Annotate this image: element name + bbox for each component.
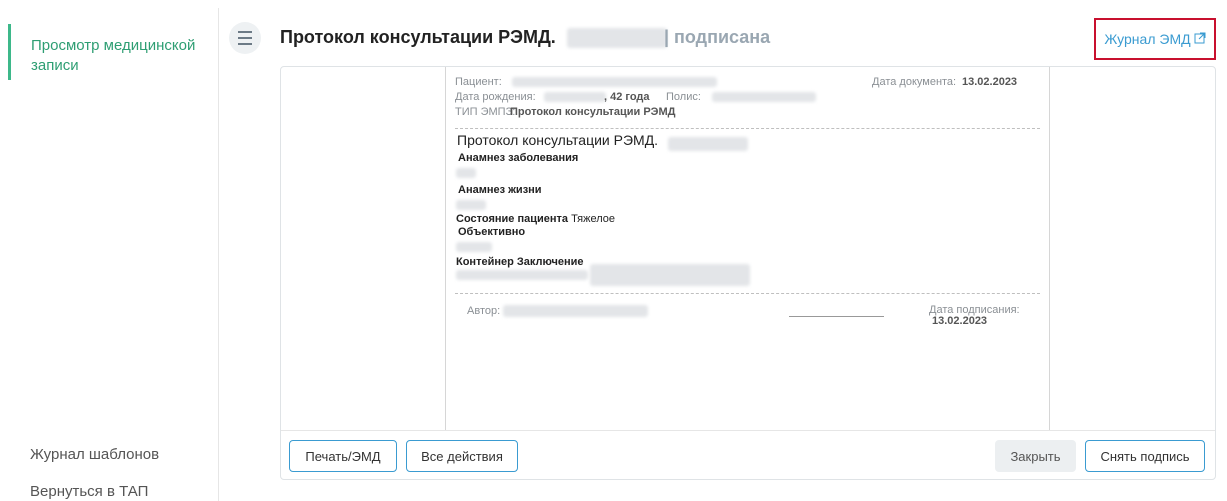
author-label: Автор: [467,305,501,317]
sidebar-item-templates[interactable]: Журнал шаблонов [30,446,159,463]
signature-line [789,316,884,317]
emd-journal-label: Журнал ЭМД [1104,31,1191,47]
redacted-birth-date [544,92,606,102]
doc-date-label: Дата документа: [872,76,957,88]
redacted-author [503,305,648,317]
patient-label: Пациент: [455,76,502,88]
type-value: Протокол консультации РЭМД [510,106,676,118]
sidebar-item-back-to-tap[interactable]: Вернуться в ТАП [30,483,148,500]
patient-state-label: Состояние пациента [456,213,569,225]
redacted-patient-name [566,28,667,49]
sidebar-item-view-record[interactable]: Просмотр медицинской записи [8,24,208,80]
section-objective: Объективно [458,226,526,238]
emd-journal-link[interactable]: Журнал ЭМД [1094,18,1216,60]
sidebar-divider [218,8,219,501]
document-heading: Протокол консультации РЭМД. [457,132,659,148]
redacted-disease-text [456,168,476,178]
redacted-conclusion-line2 [590,264,750,286]
redacted-policy [712,92,816,102]
hamburger-icon [238,29,252,47]
close-button[interactable]: Закрыть [995,440,1076,472]
page-title-text: Протокол консультации РЭМД. [280,27,556,47]
page-title: Протокол консультации РЭМД. [280,27,667,49]
redacted-heading-name [668,137,748,151]
section-anamnesis-disease: Анамнез заболевания [458,152,579,164]
sidebar-item-label: Просмотр медицинской записи [31,37,196,74]
footer-divider [455,293,1040,294]
sidebar: Просмотр медицинской записи Журнал шабло… [0,0,218,501]
doc-date-value: 13.02.2023 [962,76,1018,88]
section-conclusion: Контейнер Заключение [456,256,584,268]
redacted-objective-text [456,242,492,252]
patient-state-value: Тяжелое [571,213,616,225]
birth-date-label: Дата рождения: [455,91,536,103]
unsign-button[interactable]: Снять подпись [1085,440,1205,472]
age-value: , 42 года [604,91,650,103]
external-link-icon [1194,31,1206,47]
type-label: ТИП ЭМПЗ: [455,106,516,118]
status-badge: | подписана [664,27,771,47]
section-anamnesis-life: Анамнез жизни [458,184,542,196]
all-actions-button[interactable]: Все действия [406,440,518,472]
header-divider [455,128,1040,129]
patient-state: Состояние пациента Тяжелое [456,213,615,225]
menu-toggle-button[interactable] [229,22,261,54]
document-preview [445,67,1050,430]
footer-separator [281,430,1215,431]
print-emd-button[interactable]: Печать/ЭМД [289,440,397,472]
sign-date-value: 13.02.2023 [932,315,988,327]
redacted-conclusion-line1 [456,270,588,280]
redacted-patient [512,77,717,87]
redacted-life-text [456,200,486,210]
policy-label: Полис: [666,91,701,103]
